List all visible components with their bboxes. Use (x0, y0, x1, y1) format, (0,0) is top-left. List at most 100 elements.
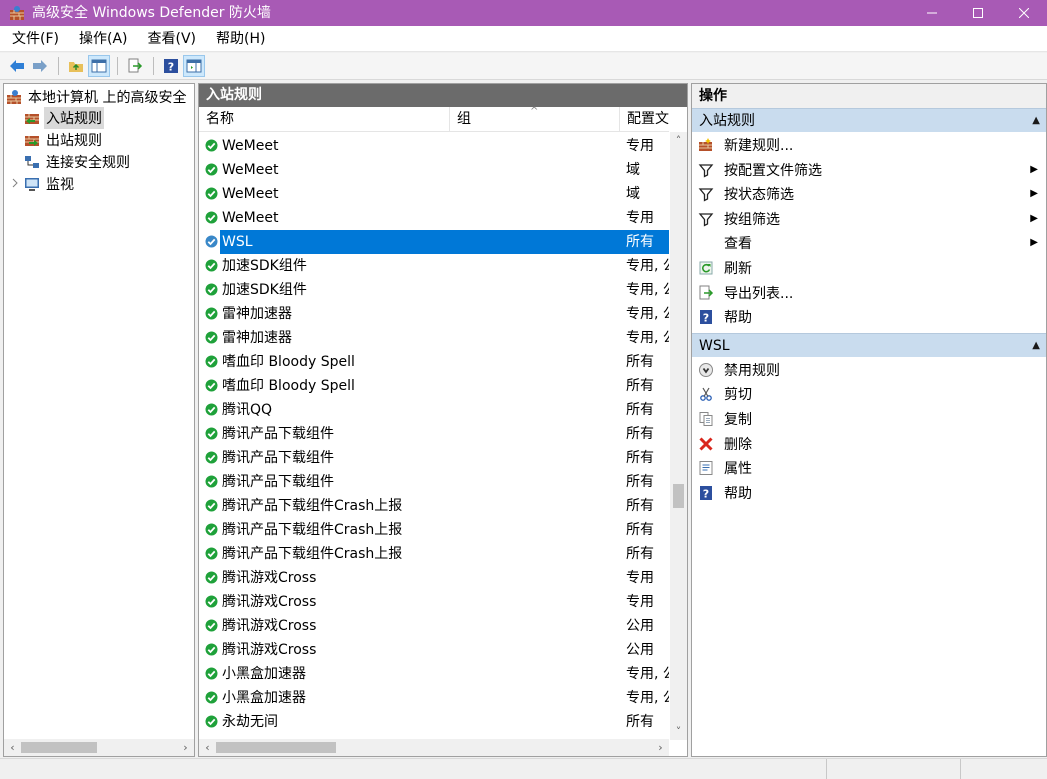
rule-name: 腾讯产品下载组件 (222, 450, 334, 466)
rule-name: 腾讯游戏Cross (222, 618, 317, 634)
rule-profile: 所有 (626, 354, 654, 370)
help-button[interactable]: ? (160, 55, 182, 77)
expand-chevron-icon[interactable] (6, 178, 24, 191)
back-button[interactable] (6, 55, 28, 77)
table-row[interactable]: 小黑盒加速器 专用, 公 (199, 662, 669, 686)
action-item[interactable]: 按状态筛选 ▶ (692, 182, 1046, 206)
action-item[interactable]: 新建规则... (692, 133, 1046, 157)
table-row[interactable]: 雷神加速器 专用, 公 (199, 326, 669, 350)
rule-enabled-icon (205, 715, 218, 728)
scroll-right-arrow[interactable]: › (177, 739, 194, 756)
tree-item-outbound-rules[interactable]: 出站规则 (24, 129, 104, 151)
table-row[interactable]: 腾讯游戏Cross 公用 (199, 614, 669, 638)
rule-enabled-icon (205, 595, 218, 608)
action-item[interactable]: 导出列表... (692, 281, 1046, 305)
table-row[interactable]: WeMeet 专用 (199, 206, 669, 230)
action-item[interactable]: 禁用规则 (692, 358, 1046, 382)
connection-security-icon (24, 154, 40, 170)
rule-profile: 专用, 公 (626, 258, 669, 274)
table-row[interactable]: 腾讯游戏Cross 公用 (199, 638, 669, 662)
menu-view[interactable]: 查看(V) (136, 26, 205, 52)
status-separator (826, 759, 827, 779)
forward-button[interactable] (29, 55, 51, 77)
table-row[interactable]: 腾讯游戏Cross 专用 (199, 590, 669, 614)
action-pane-icon (186, 59, 202, 73)
list-horizontal-scrollbar[interactable]: ‹ › (199, 739, 669, 756)
rule-name: 加速SDK组件 (222, 258, 307, 274)
table-row[interactable]: 永劫无间 所有 (199, 710, 669, 734)
rule-profile: 所有 (626, 474, 654, 490)
svg-text:?: ? (703, 487, 709, 500)
table-row[interactable]: 嗜血印 Bloody Spell 所有 (199, 374, 669, 398)
scroll-left-arrow[interactable]: ‹ (199, 739, 216, 756)
table-row[interactable]: 雷神加速器 专用, 公 (199, 302, 669, 326)
action-item-label: 剪切 (724, 387, 752, 404)
filter-icon (698, 162, 714, 178)
scroll-thumb[interactable] (216, 742, 336, 753)
table-row[interactable]: 腾讯QQ 所有 (199, 398, 669, 422)
show-hide-action-pane-button[interactable] (183, 55, 205, 77)
table-row[interactable]: 腾讯产品下载组件 所有 (199, 446, 669, 470)
close-button[interactable] (1001, 0, 1047, 26)
table-row[interactable]: WeMeet 域 (199, 182, 669, 206)
export-list-button[interactable] (124, 55, 146, 77)
table-row[interactable]: 腾讯产品下载组件Crash上报 所有 (199, 542, 669, 566)
menu-file[interactable]: 文件(F) (0, 26, 67, 52)
table-row[interactable]: WeMeet 域 (199, 158, 669, 182)
rule-profile: 所有 (626, 546, 654, 562)
scroll-thumb[interactable] (673, 484, 684, 508)
menu-action[interactable]: 操作(A) (67, 26, 136, 52)
rule-profile: 专用, 公 (626, 330, 669, 346)
up-level-button[interactable] (65, 55, 87, 77)
tree-horizontal-scrollbar[interactable]: ‹ › (4, 739, 194, 756)
firewall-icon (6, 89, 22, 105)
rule-profile: 专用, 公 (626, 306, 669, 322)
action-item[interactable]: 复制 (692, 407, 1046, 431)
maximize-button[interactable] (955, 0, 1001, 26)
table-row[interactable]: 腾讯产品下载组件Crash上报 所有 (199, 518, 669, 542)
action-section-header[interactable]: 入站规则 ▲ (692, 108, 1046, 132)
scroll-right-arrow[interactable]: › (652, 739, 669, 756)
table-row[interactable]: 腾讯产品下载组件Crash上报 所有 (199, 494, 669, 518)
table-row[interactable]: 腾讯游戏Cross 专用 (199, 566, 669, 590)
tree-item-monitoring[interactable]: 监视 (6, 173, 76, 195)
minimize-button[interactable] (909, 0, 955, 26)
action-item-label: 删除 (724, 436, 752, 453)
action-item[interactable]: 删除 (692, 432, 1046, 456)
tree-item-label: 监视 (46, 177, 74, 193)
table-row[interactable]: 加速SDK组件 专用, 公 (199, 278, 669, 302)
action-item[interactable]: 按配置文件筛选 ▶ (692, 158, 1046, 182)
table-row[interactable]: WSL 所有 (199, 230, 669, 254)
scroll-down-arrow[interactable]: ˅ (670, 723, 687, 740)
action-section-header[interactable]: WSL ▲ (692, 332, 1046, 358)
tree-item-local-computer[interactable]: 本地计算机 上的高级安全 (6, 86, 188, 108)
table-row[interactable]: 小黑盒加速器 专用, 公 (199, 686, 669, 710)
column-header-profile[interactable]: 配置文 (620, 107, 669, 132)
show-hide-console-tree-button[interactable] (88, 55, 110, 77)
table-row[interactable]: 加速SDK组件 专用, 公 (199, 254, 669, 278)
table-row[interactable]: WeMeet 专用 (199, 134, 669, 158)
action-item[interactable]: ? 帮助 (692, 305, 1046, 329)
table-row[interactable]: 腾讯产品下载组件 所有 (199, 470, 669, 494)
action-item[interactable]: 查看 ▶ (692, 231, 1046, 255)
action-item[interactable]: 按组筛选 ▶ (692, 207, 1046, 231)
tree-item-inbound-rules[interactable]: 入站规则 (24, 107, 104, 129)
list-vertical-scrollbar[interactable]: ˄ ˅ (670, 132, 687, 740)
action-item[interactable]: 剪切 (692, 382, 1046, 406)
column-header-name[interactable]: 名称 (199, 107, 450, 132)
scroll-thumb[interactable] (21, 742, 97, 753)
table-row[interactable]: 嗜血印 Bloody Spell 所有 (199, 350, 669, 374)
table-row[interactable]: 腾讯产品下载组件 所有 (199, 422, 669, 446)
collapse-arrow-icon[interactable]: ▲ (1032, 109, 1040, 133)
collapse-arrow-icon[interactable]: ▲ (1032, 334, 1040, 358)
action-item[interactable]: ? 帮助 (692, 481, 1046, 505)
scroll-up-arrow[interactable]: ˄ (670, 132, 687, 149)
rule-enabled-icon (205, 235, 218, 248)
action-item[interactable]: 刷新 (692, 256, 1046, 280)
refresh-icon (698, 260, 714, 276)
action-item[interactable]: 属性 (692, 456, 1046, 480)
scroll-left-arrow[interactable]: ‹ (4, 739, 21, 756)
menu-help[interactable]: 帮助(H) (204, 26, 273, 52)
svg-text:?: ? (703, 312, 709, 325)
tree-item-connection-security-rules[interactable]: 连接安全规则 (24, 151, 132, 173)
